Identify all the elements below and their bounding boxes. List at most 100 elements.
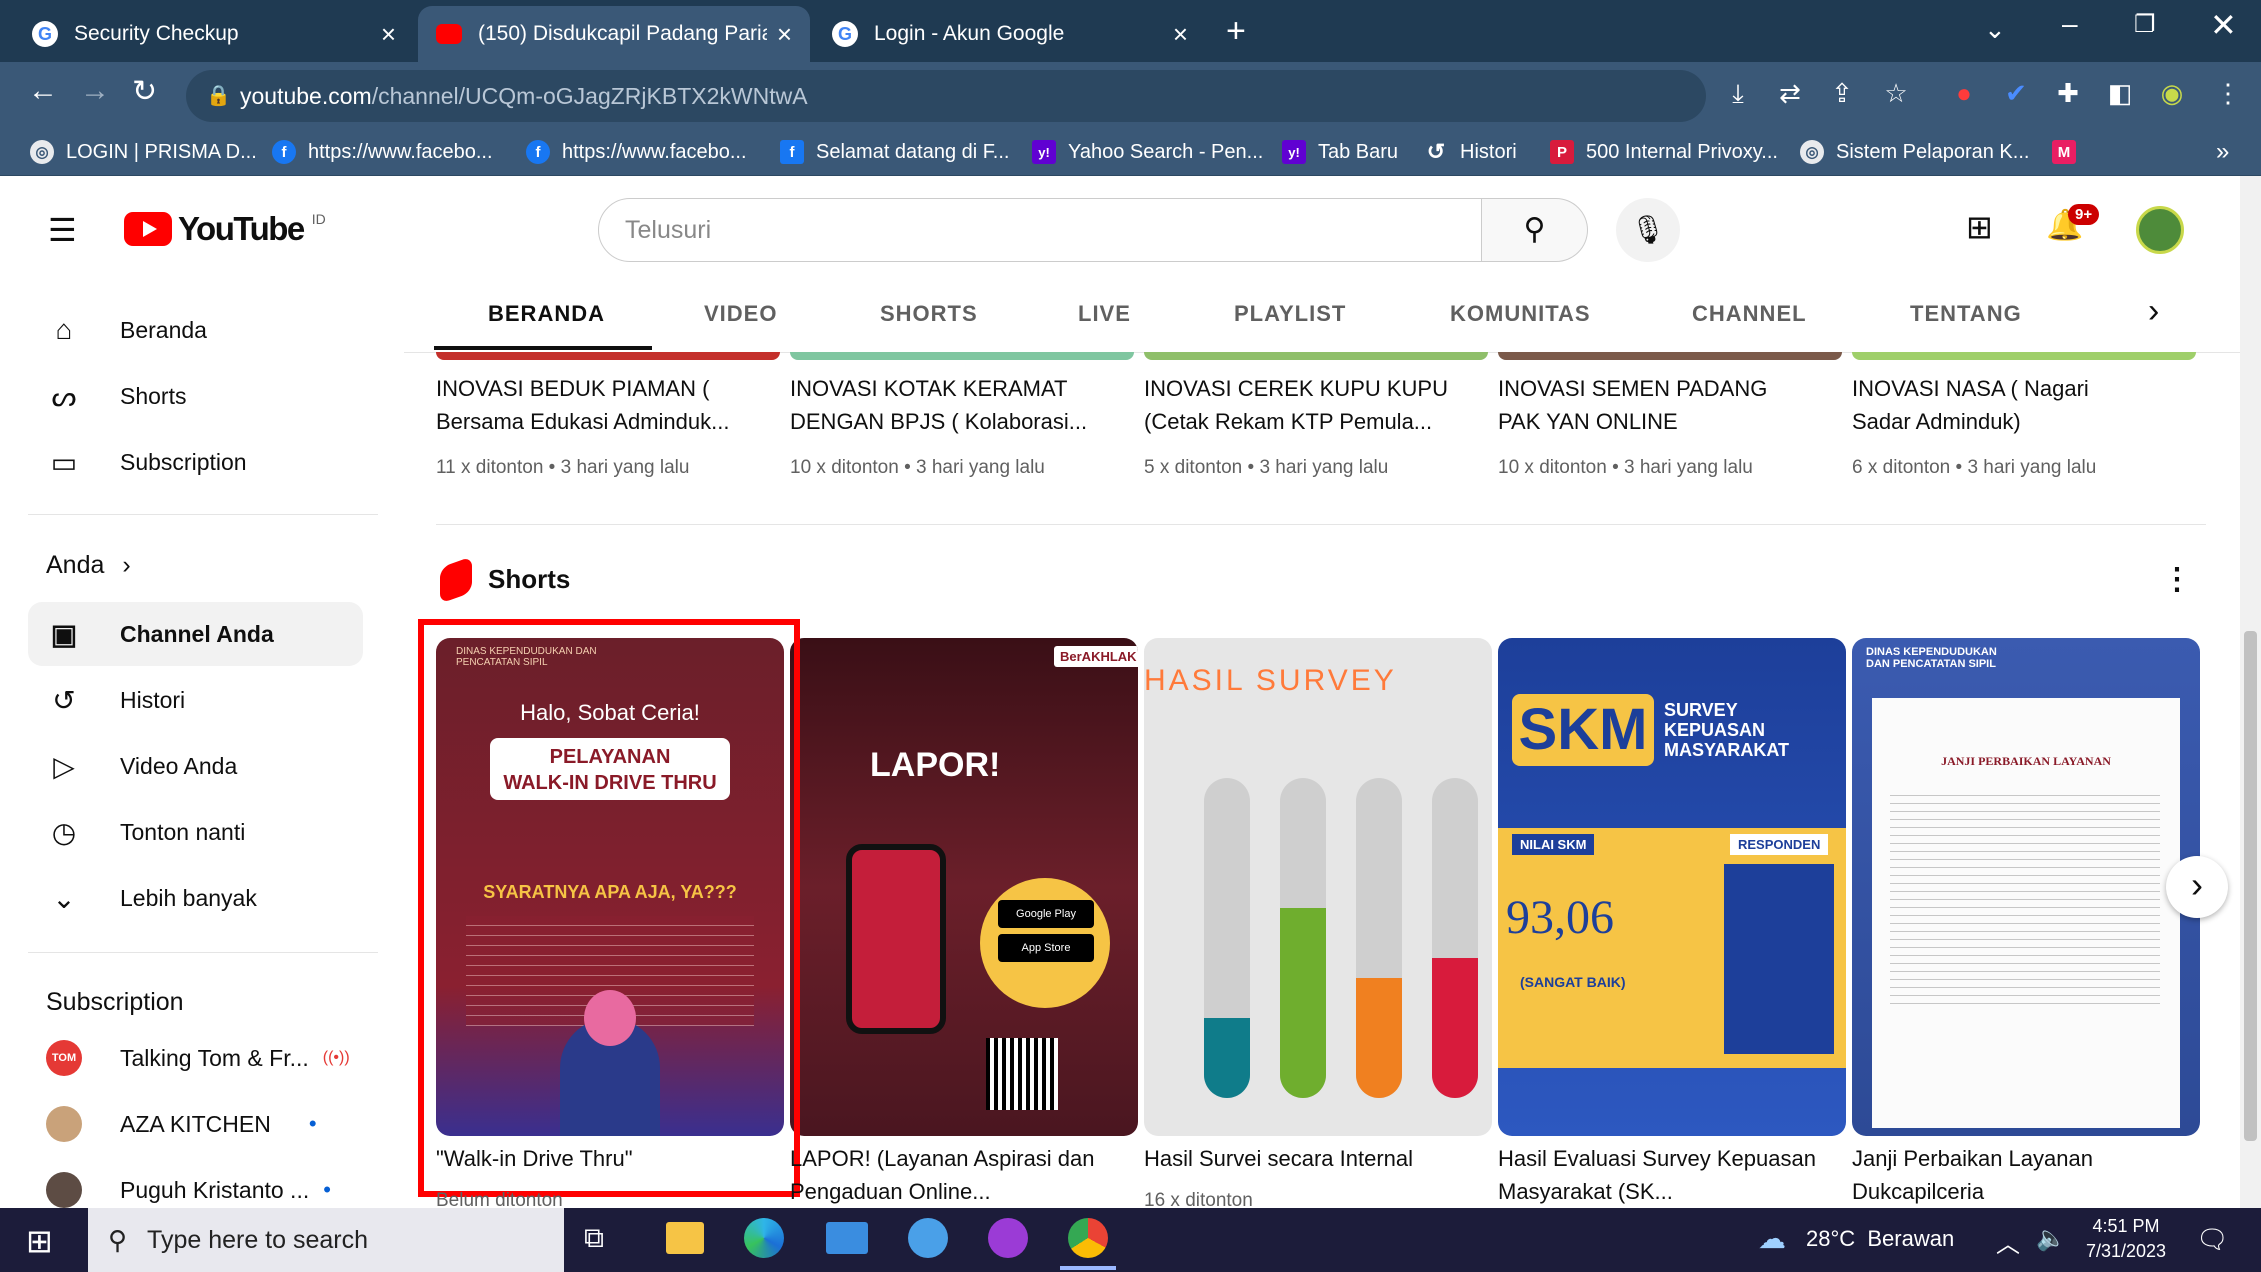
video-thumbnail[interactable]: [1852, 352, 2196, 360]
tab-komunitas[interactable]: KOMUNITAS: [1450, 301, 1591, 327]
video-thumbnail[interactable]: [1498, 352, 1842, 360]
tab-channel[interactable]: CHANNEL: [1692, 301, 1807, 327]
sidebar-item-histori[interactable]: ↺ Histori: [28, 668, 363, 732]
weather-text[interactable]: 28°C Berawan: [1806, 1226, 1954, 1252]
minimize-icon[interactable]: –: [2062, 8, 2078, 40]
tabs-next-chevron-icon[interactable]: ›: [2148, 292, 2159, 331]
more-options-icon[interactable]: ⋮: [2162, 562, 2192, 597]
windows-start-icon[interactable]: ⊞: [26, 1222, 53, 1260]
shorts-next-button[interactable]: ›: [2166, 856, 2228, 918]
forward-icon[interactable]: →: [80, 74, 110, 108]
tab-beranda[interactable]: BERANDA: [488, 301, 605, 327]
video-title[interactable]: INOVASI KOTAK KERAMAT DENGAN BPJS ( Kola…: [790, 372, 1120, 438]
tab-disdukcapil-youtube[interactable]: (150) Disdukcapil Padang Pariam ×: [418, 6, 810, 62]
bookmark-item[interactable]: ◎ LOGIN | PRISMA D...: [30, 134, 257, 170]
search-input[interactable]: Telusuri: [598, 198, 1482, 262]
file-explorer-icon[interactable]: [666, 1222, 704, 1254]
side-panel-icon[interactable]: ◧: [2104, 78, 2136, 110]
extensions-puzzle-icon[interactable]: ✚: [2052, 78, 2084, 110]
share-icon[interactable]: ⇪: [1826, 78, 1858, 110]
tab-security-checkup[interactable]: G Security Checkup ×: [14, 6, 414, 62]
bookmark-item[interactable]: y! Tab Baru: [1282, 134, 1398, 170]
short-title[interactable]: "Walk-in Drive Thru": [436, 1142, 786, 1175]
volume-icon[interactable]: 🔈: [2036, 1224, 2066, 1253]
close-icon[interactable]: ×: [777, 19, 792, 50]
sidebar-item-channel-anda[interactable]: ▣ Channel Anda: [28, 602, 363, 666]
new-tab-button[interactable]: +: [1226, 12, 1246, 51]
taskbar-search[interactable]: ⚲ Type here to search: [88, 1208, 564, 1272]
translate-icon[interactable]: ⇄: [1774, 78, 1806, 110]
sidebar-item-tonton-nanti[interactable]: ◷ Tonton nanti: [28, 800, 363, 864]
close-icon[interactable]: ×: [381, 19, 396, 50]
bookmark-item[interactable]: f https://www.facebo...: [526, 134, 747, 170]
short-thumbnail[interactable]: SKM SURVEY KEPUASAN MASYARAKAT NILAI SKM…: [1498, 638, 1846, 1136]
voice-search-button[interactable]: 🎙: [1616, 198, 1680, 262]
create-video-icon[interactable]: ⊞: [1966, 208, 1993, 246]
short-title[interactable]: Janji Perbaikan Layanan Dukcapilceria: [1852, 1142, 2142, 1208]
short-thumbnail[interactable]: DINAS KEPENDUDUKAN DAN PENCATATAN SIPIL …: [1852, 638, 2200, 1136]
video-title[interactable]: INOVASI CEREK KUPU KUPU (Cetak Rekam KTP…: [1144, 372, 1474, 438]
tab-playlist[interactable]: PLAYLIST: [1234, 301, 1346, 327]
chrome-icon[interactable]: [1068, 1218, 1108, 1258]
bookmarks-overflow-icon[interactable]: »: [2216, 134, 2229, 170]
sidebar-sub-puguh-kristanto[interactable]: Puguh Kristanto ... •: [28, 1158, 363, 1208]
short-title[interactable]: Hasil Survei secara Internal: [1144, 1142, 1494, 1175]
video-title[interactable]: INOVASI NASA ( Nagari Sadar Adminduk): [1852, 372, 2142, 438]
tab-live[interactable]: LIVE: [1078, 301, 1131, 327]
install-icon[interactable]: ⤓: [1722, 78, 1754, 110]
video-thumbnail[interactable]: [1144, 352, 1488, 360]
sidebar-item-beranda[interactable]: ⌂ Beranda: [28, 298, 363, 362]
scrollbar-thumb[interactable]: [2244, 631, 2257, 1141]
tray-chevron-icon[interactable]: ︿: [1996, 1224, 2020, 1259]
sidebar-item-video-anda[interactable]: ▷ Video Anda: [28, 734, 363, 798]
search-button[interactable]: ⚲: [1482, 198, 1588, 262]
tab-video[interactable]: VIDEO: [704, 301, 777, 327]
bookmark-item[interactable]: y! Yahoo Search - Pen...: [1032, 134, 1263, 170]
task-view-icon[interactable]: ⧉: [584, 1222, 604, 1255]
address-bar[interactable]: 🔒 youtube.com/channel/UCQm-oGJagZRjKBTX2…: [186, 70, 1706, 122]
restore-icon[interactable]: ❐: [2134, 10, 2156, 39]
notification-center-icon[interactable]: 🗨: [2196, 1224, 2229, 1255]
bookmark-star-icon[interactable]: ☆: [1880, 78, 1912, 110]
tab-tentang[interactable]: TENTANG: [1910, 301, 2022, 327]
bookmark-item[interactable]: P 500 Internal Privoxy...: [1550, 134, 1778, 170]
account-avatar[interactable]: [2136, 206, 2184, 254]
hamburger-menu-icon[interactable]: ☰: [48, 214, 77, 246]
sidebar-sub-aza-kitchen[interactable]: AZA KITCHEN •: [28, 1092, 363, 1156]
sidebar-item-shorts[interactable]: ᔕ Shorts: [28, 364, 363, 428]
sidebar-sub-talking-tom[interactable]: TOM Talking Tom & Fr... ((•)): [28, 1026, 363, 1090]
back-icon[interactable]: ←: [28, 74, 58, 108]
app-icon[interactable]: [908, 1218, 948, 1258]
bookmark-item[interactable]: ◎ Sistem Pelaporan K...: [1800, 134, 2029, 170]
sidebar-item-lebih-banyak[interactable]: ⌄ Lebih banyak: [28, 866, 363, 930]
sidebar-item-subscription[interactable]: ▭ Subscription: [28, 430, 363, 494]
short-title[interactable]: LAPOR! (Layanan Aspirasi dan Pengaduan O…: [790, 1142, 1140, 1208]
extension-check-icon[interactable]: ✔: [2000, 78, 2032, 110]
sidebar-you-heading[interactable]: Anda ›: [46, 551, 131, 580]
reload-icon[interactable]: ↻: [132, 74, 157, 109]
video-title[interactable]: INOVASI SEMEN PADANG PAK YAN ONLINE: [1498, 372, 1808, 438]
edge-icon[interactable]: [744, 1218, 784, 1258]
close-icon[interactable]: ×: [1173, 19, 1188, 50]
tab-login-google[interactable]: G Login - Akun Google ×: [814, 6, 1206, 62]
tab-shorts[interactable]: SHORTS: [880, 301, 978, 327]
short-title[interactable]: Hasil Evaluasi Survey Kepuasan Masyaraka…: [1498, 1142, 1828, 1208]
short-thumbnail[interactable]: HASIL SURVEY: [1144, 638, 1492, 1136]
window-close-icon[interactable]: ✕: [2210, 6, 2237, 44]
bookmark-item[interactable]: ↺ Histori: [1424, 134, 1517, 170]
mail-icon[interactable]: [826, 1222, 868, 1254]
video-title[interactable]: INOVASI BEDUK PIAMAN ( Bersama Edukasi A…: [436, 372, 766, 438]
bookmark-item[interactable]: M: [2052, 134, 2088, 170]
video-thumbnail[interactable]: [790, 352, 1134, 360]
menu-kebab-icon[interactable]: ⋮: [2212, 78, 2244, 110]
clock[interactable]: 4:51 PM 7/31/2023: [2076, 1214, 2176, 1264]
youtube-logo[interactable]: YouTube ID: [124, 210, 326, 248]
bookmark-item[interactable]: f Selamat datang di F...: [780, 134, 1009, 170]
page-scrollbar[interactable]: [2240, 176, 2261, 1208]
profile-avatar-icon[interactable]: ◉: [2156, 78, 2188, 110]
short-thumbnail[interactable]: BerAKHLAK LAPOR! Google Play App Store: [790, 638, 1138, 1136]
tab-search-icon[interactable]: ⌄: [1984, 14, 2006, 45]
extension-red-icon[interactable]: ●: [1948, 78, 1980, 110]
app-icon[interactable]: [988, 1218, 1028, 1258]
video-thumbnail[interactable]: [436, 352, 780, 360]
